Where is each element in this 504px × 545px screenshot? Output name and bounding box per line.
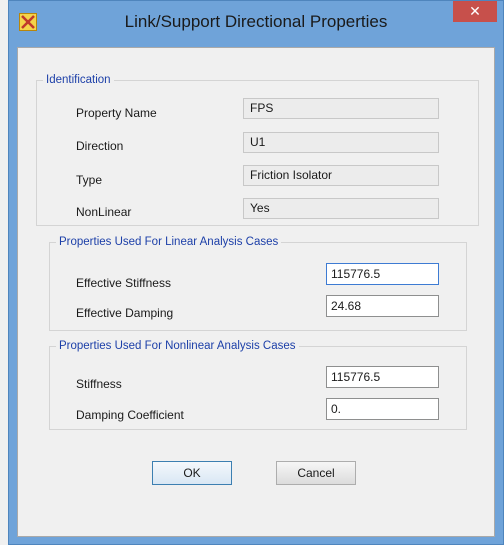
damping-coefficient-label: Damping Coefficient	[76, 408, 184, 422]
stiffness-label: Stiffness	[76, 377, 122, 391]
ok-button[interactable]: OK	[152, 461, 232, 485]
cancel-button[interactable]: Cancel	[276, 461, 356, 485]
effective-stiffness-input[interactable]	[326, 263, 439, 285]
title-bar[interactable]: Link/Support Directional Properties ✕	[9, 1, 503, 47]
dialog-client-area: Identification Property Name FPS Directi…	[17, 47, 495, 537]
effective-damping-input[interactable]	[326, 295, 439, 317]
direction-field: U1	[243, 132, 439, 153]
property-name-label: Property Name	[76, 106, 157, 120]
nonlinear-label: NonLinear	[76, 205, 132, 219]
property-name-field: FPS	[243, 98, 439, 119]
stiffness-input[interactable]	[326, 366, 439, 388]
type-field: Friction Isolator	[243, 165, 439, 186]
type-label: Type	[76, 173, 103, 187]
effective-damping-label: Effective Damping	[76, 306, 174, 320]
nonlinear-field: Yes	[243, 198, 439, 219]
identification-legend: Identification	[46, 74, 111, 86]
effective-stiffness-label: Effective Stiffness	[76, 276, 171, 290]
direction-label: Direction	[76, 139, 124, 153]
damping-coefficient-input[interactable]	[326, 398, 439, 420]
window-title: Link/Support Directional Properties	[124, 12, 388, 31]
dialog-window: Link/Support Directional Properties ✕ Id…	[8, 0, 504, 545]
nonlinear-analysis-legend: Properties Used For Nonlinear Analysis C…	[59, 340, 296, 352]
linear-analysis-legend: Properties Used For Linear Analysis Case…	[59, 236, 279, 248]
close-button[interactable]: ✕	[453, 1, 497, 22]
